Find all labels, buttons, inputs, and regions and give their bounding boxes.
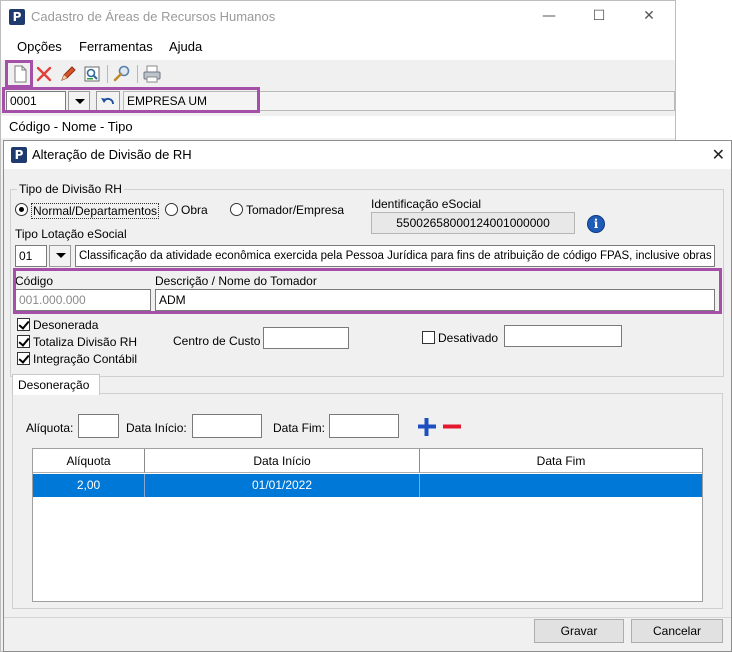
grid-header-data-inicio[interactable]: Data Início [145, 449, 420, 473]
toolbar-separator [137, 65, 138, 83]
radio-obra[interactable] [165, 203, 178, 216]
close-icon[interactable]: ✕ [639, 7, 659, 25]
grid-header-data-fim[interactable]: Data Fim [420, 449, 702, 473]
aliquota-filter-label: Alíquota: [26, 421, 74, 435]
gravar-button-label: Gravar [560, 624, 598, 638]
desoneracao-grid: Alíquota Data Início Data Fim 2,00 01/01… [32, 448, 703, 602]
radio-tomador-empresa[interactable] [230, 203, 243, 216]
totaliza-label[interactable]: Totaliza Divisão RH [33, 335, 137, 349]
desativado-date-field[interactable] [504, 325, 622, 347]
cell-data-inicio: 01/01/2022 [145, 474, 420, 497]
search-button[interactable] [111, 63, 133, 85]
cancelar-button-label: Cancelar [652, 624, 702, 638]
lotacao-label: Tipo Lotação eSocial [15, 227, 127, 241]
table-row[interactable]: 2,00 01/01/2022 [33, 474, 702, 497]
desonerada-checkbox[interactable] [17, 318, 30, 331]
lotacao-dropdown-button[interactable] [49, 245, 71, 267]
cell-data-fim [420, 474, 702, 497]
menu-ferramentas[interactable]: Ferramentas [79, 39, 153, 54]
app-logo-icon: P [11, 147, 27, 163]
data-fim-filter-label: Data Fim: [273, 421, 326, 435]
info-icon[interactable]: i [587, 215, 605, 233]
totaliza-checkbox[interactable] [17, 335, 30, 348]
radio-normal-departamentos[interactable] [15, 203, 28, 216]
integracao-checkbox[interactable] [17, 352, 30, 365]
radio-obra-label[interactable]: Obra [181, 203, 208, 217]
print-button[interactable] [141, 63, 163, 85]
delete-x-icon [36, 66, 52, 82]
codigo-descricao-highlight [13, 268, 722, 314]
esocial-id-field: 55002658000124001000000 [371, 212, 575, 234]
integracao-label[interactable]: Integração Contábil [33, 352, 137, 366]
desativado-checkbox[interactable] [422, 331, 435, 344]
centro-custo-label: Centro de Custo [173, 334, 261, 348]
dialog-title: Alteração de Divisão de RH [32, 147, 192, 162]
lotacao-description-field: Classificação da atividade econômica exe… [75, 245, 715, 267]
search-icon [113, 65, 130, 82]
edit-button[interactable] [57, 63, 79, 85]
view-button[interactable] [81, 63, 103, 85]
minimize-icon[interactable]: — [539, 7, 559, 25]
pencil-icon [61, 66, 76, 81]
data-inicio-filter-field[interactable] [192, 414, 262, 438]
printer-icon [143, 65, 161, 83]
main-window-title: Cadastro de Áreas de Recursos Humanos [31, 9, 276, 24]
dialog-titlebar: P Alteração de Divisão de RH ✕ [4, 141, 731, 169]
radio-tomador-label[interactable]: Tomador/Empresa [246, 203, 344, 217]
desonerada-label[interactable]: Desonerada [33, 318, 98, 332]
gravar-button[interactable]: Gravar [534, 619, 624, 643]
tab-desoneracao[interactable]: Desoneração [12, 374, 100, 395]
cell-aliquota: 2,00 [33, 474, 145, 497]
radio-normal-label[interactable]: Normal/Departamentos [31, 203, 160, 219]
toolbar [1, 60, 675, 88]
esocial-id-label: Identificação eSocial [371, 197, 482, 211]
centro-custo-field[interactable] [263, 327, 349, 349]
app-logo-icon: P [9, 9, 25, 25]
menu-bar: Opções Ferramentas Ajuda [1, 32, 675, 60]
desativado-label[interactable]: Desativado [438, 331, 498, 345]
plus-icon [418, 418, 436, 436]
cancelar-button[interactable]: Cancelar [631, 619, 723, 643]
list-header: Código - Nome - Tipo [1, 116, 675, 138]
remove-row-button[interactable] [441, 416, 463, 438]
dialog-close-icon[interactable]: ✕ [712, 145, 725, 165]
data-inicio-filter-label: Data Início: [126, 421, 187, 435]
new-button-highlight [5, 60, 33, 88]
minus-icon [443, 424, 461, 429]
company-selector-highlight [2, 87, 260, 113]
list-header-text: Código - Nome - Tipo [9, 119, 133, 134]
data-fim-filter-field[interactable] [329, 414, 399, 438]
footer-divider [4, 617, 731, 618]
menu-ajuda[interactable]: Ajuda [169, 39, 202, 54]
view-record-icon [84, 66, 100, 82]
add-row-button[interactable] [416, 416, 438, 438]
aliquota-filter-field[interactable] [78, 414, 119, 438]
lotacao-code-field[interactable]: 01 [15, 245, 47, 267]
main-window-titlebar: P Cadastro de Áreas de Recursos Humanos … [1, 1, 675, 32]
division-edit-dialog: P Alteração de Divisão de RH ✕ Tipo de D… [3, 140, 732, 652]
menu-opcoes[interactable]: Opções [17, 39, 62, 54]
division-type-label: Tipo de Divisão RH [17, 182, 124, 196]
grid-header-aliquota[interactable]: Alíquota [33, 449, 145, 473]
delete-button[interactable] [33, 63, 55, 85]
maximize-icon[interactable]: ☐ [589, 7, 609, 25]
toolbar-separator [107, 65, 108, 83]
